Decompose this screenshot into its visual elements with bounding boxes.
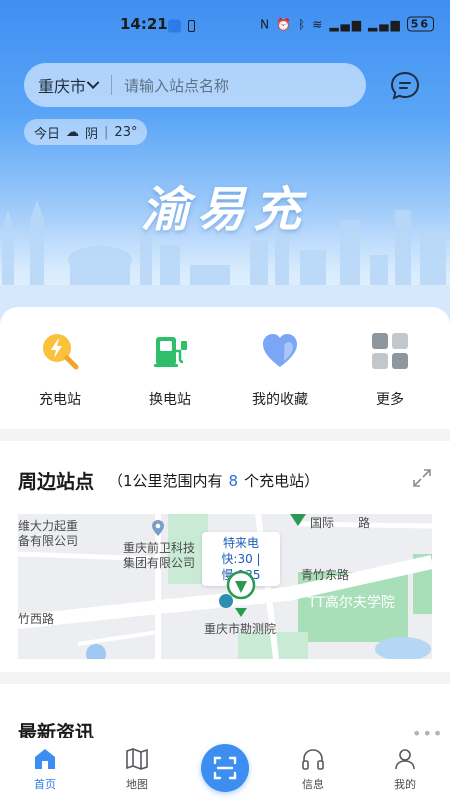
map-icon [126, 748, 148, 770]
nearby-map[interactable]: 维大力起重 备有限公司 重庆前卫科技 集团有限公司 青竹东路 TT高尔夫学院 竹… [18, 514, 432, 659]
brand-title: 渝易充 [140, 182, 309, 238]
heart-icon [263, 334, 297, 367]
tab-map[interactable]: 地图 [102, 746, 172, 792]
nearby-title: 周边站点 [18, 471, 95, 493]
status-bar: 14:21 N ⏰ ᛒ ≋ ▂▄▆ ▂▄▆ 56 [0, 0, 450, 40]
status-time: 14:21 [120, 15, 168, 33]
tab-label: 首页 [34, 778, 56, 791]
quick-label: 换电站 [149, 392, 191, 408]
tab-info[interactable]: 信息 [278, 746, 348, 792]
quick-label: 我的收藏 [252, 392, 308, 408]
station-name: 特来电 [222, 536, 259, 550]
message-icon[interactable] [389, 70, 421, 102]
signal-icon: ▂▄▆ [329, 17, 363, 31]
battery-swap-icon [154, 337, 187, 367]
search-bar[interactable]: 重庆市 请输入站点名称 [24, 63, 366, 107]
app-notification-icon [168, 19, 181, 33]
tab-profile[interactable]: 我的 [370, 746, 440, 792]
nearby-subtitle-suffix: 个充电站） [244, 472, 320, 490]
status-icons: N ⏰ ᛒ ≋ ▂▄▆ ▂▄▆ 56 [260, 16, 434, 32]
tab-label: 地图 [126, 778, 148, 791]
scan-button[interactable] [201, 744, 249, 792]
map-label: TT高尔夫学院 [308, 595, 395, 611]
wifi-icon: ≋ [312, 17, 325, 31]
map-label: 路 [358, 516, 371, 530]
quick-more[interactable]: 更多 [345, 331, 435, 409]
quick-charging-station[interactable]: 充电站 [15, 331, 105, 409]
alarm-icon: ⏰ [276, 17, 294, 31]
weather-badge: 今日 ☁ 阴 | 23° [24, 119, 148, 145]
fast-charger-count: 快:30 [221, 552, 253, 566]
home-icon [35, 749, 55, 769]
scan-icon [213, 756, 237, 780]
nearby-subtitle: （1公里范围内有 8 个充电站） [108, 470, 319, 491]
nearby-stations-section: 周边站点 （1公里范围内有 8 个充电站） 维大力起重 备有限公司 重庆前卫科技 集… [0, 441, 450, 672]
chevron-down-icon[interactable] [86, 75, 100, 89]
company-marker-icon [152, 520, 164, 536]
nfc-icon: N [260, 17, 272, 31]
current-location-icon [219, 594, 233, 608]
search-input[interactable]: 请输入站点名称 [124, 75, 229, 96]
charging-search-icon [43, 334, 79, 370]
bottom-tab-bar: 首页 地图 信息 我的 [0, 738, 450, 800]
battery-icon: 56 [406, 16, 434, 32]
user-icon [395, 749, 415, 770]
cloud-icon: ☁ [66, 124, 80, 140]
quick-label: 更多 [376, 392, 404, 408]
map-label: 重庆市勘测院 [204, 622, 277, 636]
map-label: 竹西路 [18, 612, 55, 626]
grid-icon [372, 333, 408, 369]
weather-separator: | [104, 124, 109, 140]
headset-icon [302, 749, 324, 770]
search-divider [111, 75, 113, 95]
weather-temperature: 23° [114, 124, 138, 140]
weather-condition: 阴 [85, 126, 99, 142]
city-selector[interactable]: 重庆市 [38, 73, 86, 97]
quick-battery-swap[interactable]: 换电站 [125, 331, 215, 409]
quick-actions: 充电站 换电站 我的收藏 更多 [0, 307, 450, 429]
map-label: 国际 [310, 516, 335, 530]
signal-icon-2: ▂▄▆ [368, 17, 402, 31]
nearby-subtitle-prefix: （1公里范围内有 [108, 472, 223, 490]
map-label: 备有限公司 [18, 534, 79, 548]
nearby-count: 8 [228, 472, 239, 490]
bluetooth-icon: ᛒ [298, 17, 308, 31]
map-label: 青竹东路 [301, 568, 350, 582]
tab-label: 我的 [394, 778, 416, 791]
station-marker-icon[interactable] [290, 514, 306, 526]
battery-small-icon [188, 20, 195, 32]
quick-label: 充电站 [39, 392, 81, 408]
hero-banner: 14:21 N ⏰ ᛒ ≋ ▂▄▆ ▂▄▆ 56 重庆市 请输入站点名称 今日 … [0, 0, 450, 330]
expand-icon[interactable] [412, 468, 432, 488]
quick-favorites[interactable]: 我的收藏 [235, 331, 325, 409]
map-label: 集团有限公司 [123, 556, 196, 570]
tab-label: 信息 [302, 778, 324, 791]
weather-day: 今日 [34, 126, 61, 142]
tab-home[interactable]: 首页 [10, 746, 80, 792]
